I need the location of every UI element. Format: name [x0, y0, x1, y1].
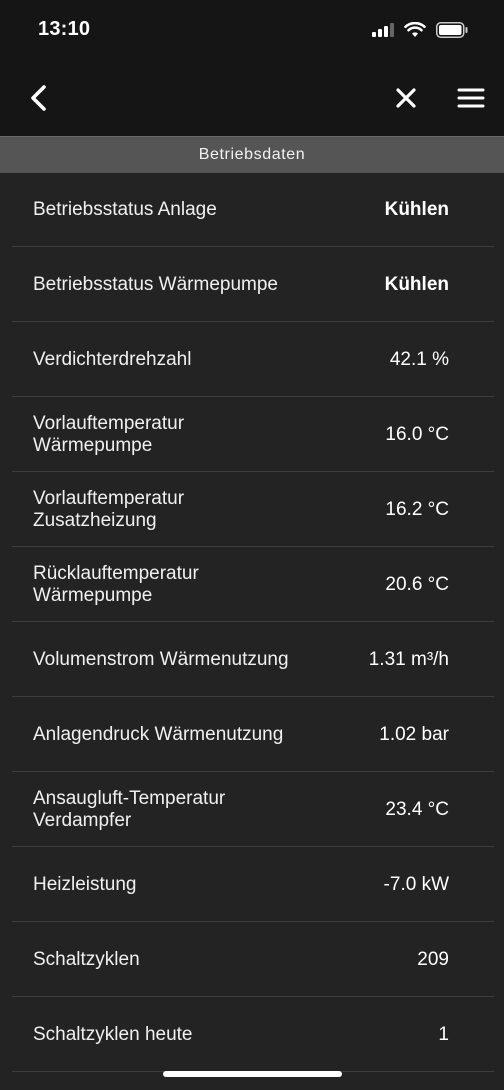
- list-item[interactable]: Betriebsstatus Wärmepumpe Kühlen: [0, 247, 504, 322]
- row-value: 1.02 bar: [379, 723, 449, 745]
- close-icon: [396, 88, 416, 108]
- row-value: -7.0 kW: [383, 873, 449, 895]
- close-button[interactable]: [388, 80, 424, 116]
- row-label: Anlagendruck Wärmenutzung: [33, 723, 284, 745]
- row-label: Heizleistung: [33, 873, 137, 895]
- row-label: Vorlauftemperatur Wärmepumpe: [33, 412, 185, 456]
- row-label: Betriebsstatus Anlage: [33, 198, 217, 220]
- menu-button[interactable]: [452, 80, 490, 116]
- navigation-bar: [0, 62, 504, 136]
- row-value: 20.6 °C: [385, 573, 449, 595]
- row-value: Kühlen: [384, 273, 449, 295]
- row-value: 1: [438, 1023, 449, 1045]
- cellular-signal-icon: [372, 23, 394, 42]
- list-item[interactable]: Verdichterdrehzahl 42.1 %: [0, 322, 504, 397]
- status-icons: [372, 21, 468, 43]
- row-label: Verdichterdrehzahl: [33, 348, 192, 370]
- row-label: Volumenstrom Wärmenutzung: [33, 648, 289, 670]
- list-item[interactable]: Rücklauftemperatur Wärmepumpe 20.6 °C: [0, 547, 504, 622]
- list-item[interactable]: Volumenstrom Wärmenutzung 1.31 m³/h: [0, 622, 504, 697]
- row-value: Kühlen: [384, 198, 449, 220]
- list-item[interactable]: Schaltzyklen heute 1: [0, 997, 504, 1072]
- row-value: 1.31 m³/h: [368, 648, 449, 670]
- list-item[interactable]: Betriebsstatus Anlage Kühlen: [0, 172, 504, 247]
- row-label: Ansaugluft-Temperatur Verdampfer: [33, 787, 226, 831]
- list-item[interactable]: Vorlauftemperatur Wärmepumpe 16.0 °C: [0, 397, 504, 472]
- section-header: Betriebsdaten: [0, 136, 504, 173]
- status-bar: 13:10: [0, 0, 504, 62]
- row-value: 16.0 °C: [385, 423, 449, 445]
- battery-icon: [436, 22, 468, 43]
- row-label: Betriebsstatus Wärmepumpe: [33, 273, 278, 295]
- list-item[interactable]: Vorlauftemperatur Zusatzheizung 16.2 °C: [0, 472, 504, 547]
- list-item[interactable]: Schaltzyklen 209: [0, 922, 504, 997]
- row-value: 209: [417, 948, 449, 970]
- row-label: Schaltzyklen heute: [33, 1023, 193, 1045]
- status-time: 13:10: [38, 18, 91, 40]
- back-button[interactable]: [22, 80, 58, 116]
- home-indicator[interactable]: [163, 1071, 342, 1077]
- row-label: Schaltzyklen: [33, 948, 140, 970]
- row-value: 23.4 °C: [385, 798, 449, 820]
- list-item[interactable]: Heizleistung -7.0 kW: [0, 847, 504, 922]
- list-item[interactable]: Ansaugluft-Temperatur Verdampfer 23.4 °C: [0, 772, 504, 847]
- list-item[interactable]: Anlagendruck Wärmenutzung 1.02 bar: [0, 697, 504, 772]
- hamburger-menu-icon: [457, 88, 485, 108]
- chevron-left-icon: [31, 85, 46, 111]
- operating-data-list: Betriebsstatus Anlage Kühlen Betriebssta…: [0, 172, 504, 1072]
- row-value: 42.1 %: [389, 348, 449, 370]
- row-label: Rücklauftemperatur Wärmepumpe: [33, 562, 199, 606]
- row-label: Vorlauftemperatur Zusatzheizung: [33, 487, 185, 531]
- row-value: 16.2 °C: [385, 498, 449, 520]
- wifi-icon: [404, 21, 426, 43]
